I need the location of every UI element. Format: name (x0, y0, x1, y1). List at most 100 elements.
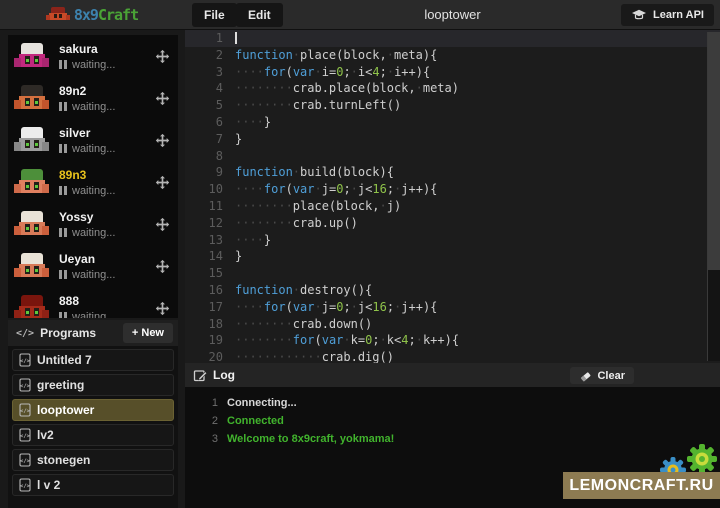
program-name: stonegen (37, 453, 90, 467)
line-number: 15 (185, 265, 235, 282)
editor-line[interactable]: 9function·build(block){ (185, 164, 720, 181)
player-status-text: waiting... (72, 59, 115, 71)
editor-line[interactable]: 14} (185, 248, 720, 265)
program-item[interactable]: </> lv2 (12, 424, 174, 446)
player-row[interactable]: 89n3 waiting... (8, 161, 178, 203)
program-item[interactable]: </> looptower (12, 399, 174, 421)
move-icon[interactable] (155, 259, 170, 274)
editor-line[interactable]: 15 (185, 265, 720, 282)
crab-avatar (14, 41, 50, 71)
line-number: 8 (185, 148, 235, 165)
avatar-claw (14, 184, 21, 193)
avatar-claw (14, 226, 21, 235)
program-item[interactable]: </> Untitled 7 (12, 349, 174, 371)
editor-line[interactable]: 4········crab.place(block,·meta) (185, 80, 720, 97)
player-name: sakura (59, 42, 155, 57)
editor-scrollbar[interactable] (707, 32, 720, 361)
editor-line[interactable]: 17····for(var·j=0;·j<16;·j++){ (185, 299, 720, 316)
line-number: 4 (185, 80, 235, 97)
log-line-text: Welcome to 8x9craft, yokmama! (227, 430, 394, 448)
player-name: Yossy (59, 210, 155, 225)
avatar-eye (25, 140, 30, 148)
player-row[interactable]: Yossy waiting... (8, 203, 178, 245)
crab-avatar (14, 167, 50, 197)
editor-line[interactable]: 1 (185, 30, 720, 47)
line-number: 13 (185, 232, 235, 249)
editor-line[interactable]: 2function·place(block,·meta){ (185, 47, 720, 64)
editor-line[interactable]: 11········place(block,·j) (185, 198, 720, 215)
editor-line[interactable]: 20············crab.dig() (185, 349, 720, 363)
editor-line[interactable]: 5········crab.turnLeft() (185, 97, 720, 114)
learn-api-button[interactable]: Learn API (621, 4, 714, 26)
line-number: 2 (185, 47, 235, 64)
avatar-eye (34, 182, 39, 190)
code-content: ············crab.dig() (235, 349, 394, 363)
pause-icon (59, 102, 67, 111)
pause-icon (59, 228, 67, 237)
editor-line[interactable]: 13····} (185, 232, 720, 249)
code-content: function·build(block){ (235, 164, 394, 181)
player-row[interactable]: sakura waiting... (8, 35, 178, 77)
line-number: 6 (185, 114, 235, 131)
move-icon[interactable] (155, 301, 170, 316)
logo-text: 8x9Craft (74, 6, 138, 24)
new-program-button[interactable]: + New (123, 323, 173, 343)
avatar-eye (25, 266, 30, 274)
editor-line[interactable]: 18········crab.down() (185, 316, 720, 333)
editor-line[interactable]: 7} (185, 131, 720, 148)
editor-line[interactable]: 12········crab.up() (185, 215, 720, 232)
scrollbar-thumb[interactable] (708, 32, 720, 270)
move-icon[interactable] (155, 217, 170, 232)
program-item[interactable]: </> greeting (12, 374, 174, 396)
move-icon[interactable] (155, 91, 170, 106)
code-content: ········place(block,·j) (235, 198, 401, 215)
move-icon[interactable] (155, 175, 170, 190)
player-row[interactable]: silver waiting... (8, 119, 178, 161)
player-status: waiting... (59, 185, 155, 197)
editor-line[interactable]: 6····} (185, 114, 720, 131)
avatar-eye (34, 266, 39, 274)
line-number: 20 (185, 349, 235, 363)
code-content: function·destroy(){ (235, 282, 372, 299)
line-number: 19 (185, 332, 235, 349)
code-content: ····for(var·i=0;·i<4;·i++){ (235, 64, 430, 81)
code-content: ····} (235, 114, 271, 131)
avatar-hat (21, 253, 43, 264)
green-gear (687, 444, 717, 474)
line-number: 16 (185, 282, 235, 299)
move-icon[interactable] (155, 133, 170, 148)
line-number: 3 (185, 64, 235, 81)
program-item[interactable]: </> l v 2 (12, 474, 174, 496)
clear-log-button[interactable]: Clear (570, 367, 634, 384)
avatar-hat (21, 169, 43, 180)
svg-text:</>: </> (20, 384, 31, 390)
editor-line[interactable]: 16function·destroy(){ (185, 282, 720, 299)
editor-line[interactable]: 10····for(var·j=0;·j<16;·j++){ (185, 181, 720, 198)
avatar-eye (25, 56, 30, 64)
programs-list: </> Untitled 7 </> greeting </> looptowe… (8, 349, 178, 496)
player-row[interactable]: Ueyan waiting... (8, 245, 178, 287)
eraser-icon (579, 370, 592, 382)
move-icon[interactable] (155, 49, 170, 64)
avatar-claw (14, 310, 21, 318)
editor-line[interactable]: 8 (185, 148, 720, 165)
avatar-eye (34, 308, 39, 316)
player-row[interactable]: 89n2 waiting... (8, 77, 178, 119)
graduation-cap-icon (631, 9, 647, 21)
avatar-hat (21, 43, 43, 54)
code-editor[interactable]: 12function·place(block,·meta){3····for(v… (185, 30, 720, 363)
avatar-claw (42, 100, 49, 109)
log-line-number: 1 (185, 394, 218, 412)
log-title: Log (213, 368, 235, 382)
line-number: 18 (185, 316, 235, 333)
code-lines: 12function·place(block,·meta){3····for(v… (185, 30, 720, 363)
program-item[interactable]: </> stonegen (12, 449, 174, 471)
code-content: ····} (235, 232, 271, 249)
editor-line[interactable]: 3····for(var·i=0;·i<4;·i++){ (185, 64, 720, 81)
player-row[interactable]: 888 waiting... (8, 287, 178, 318)
avatar-eye (25, 98, 30, 106)
log-line-text: Connected (227, 412, 284, 430)
player-status-text: waiting... (72, 227, 115, 239)
editor-line[interactable]: 19········for(var·k=0;·k<4;·k++){ (185, 332, 720, 349)
svg-text:</>: </> (20, 409, 31, 415)
